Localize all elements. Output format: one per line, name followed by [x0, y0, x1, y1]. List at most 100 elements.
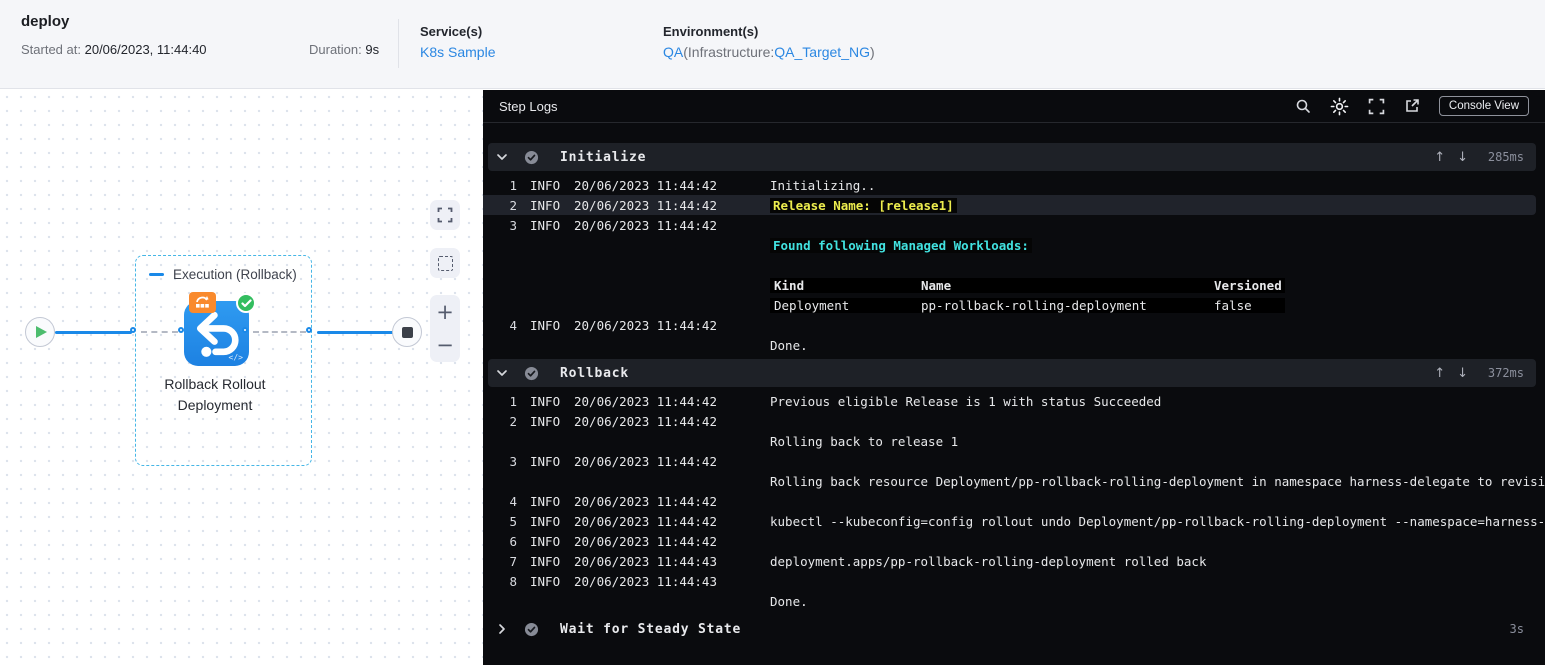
scroll-to-top-button[interactable]: ↑ — [1434, 150, 1445, 165]
log-line[interactable]: Kind Name Versioned — [483, 275, 1545, 295]
connector-port — [130, 326, 136, 333]
log-line[interactable]: 1 INFO 20/06/2023 11:44:42 Initializing.. — [483, 175, 1545, 195]
workload-table-cell: pp-rollback-rolling-deployment — [921, 297, 1147, 313]
status-success-icon — [524, 150, 538, 164]
open-in-new-tab-button[interactable] — [1404, 98, 1420, 114]
group-label: Execution (Rollback) — [173, 267, 297, 282]
service-link[interactable]: K8s Sample — [420, 44, 495, 60]
log-line[interactable]: Done. — [483, 591, 1545, 611]
line-number: 4 — [509, 317, 517, 333]
zoom-out-button[interactable]: − — [430, 330, 460, 360]
expand-logs-button[interactable] — [1368, 98, 1385, 115]
log-topbar: Step Logs Console View — [483, 90, 1545, 123]
log-line[interactable]: 2 INFO 20/06/2023 11:44:42 Release Name: [r… — [483, 195, 1536, 215]
scroll-to-bottom-button[interactable]: ↓ — [1457, 366, 1468, 381]
zoom-in-button[interactable]: + — [430, 297, 460, 327]
log-line[interactable]: 1 INFO 20/06/2023 11:44:42 Previous eligibl… — [483, 391, 1545, 411]
log-line[interactable]: 4 INFO 20/06/2023 11:44:42 — [483, 491, 1545, 511]
infrastructure-link[interactable]: QA_Target_NG — [774, 44, 870, 60]
line-number: 3 — [509, 453, 517, 469]
execution-screen: deploy Started at: 20/06/2023, 11:44:40 … — [0, 0, 1545, 665]
workload-table-cell: Kind — [774, 277, 805, 293]
duration: Duration: 9s — [309, 42, 380, 57]
environments-block: Environment(s) QA(Infrastructure:QA_Targ… — [663, 24, 875, 60]
section-title: Wait for Steady State — [560, 621, 742, 637]
log-line[interactable]: 8 INFO 20/06/2023 11:44:43 — [483, 571, 1545, 591]
marquee-select-button[interactable] — [430, 248, 460, 278]
log-line[interactable]: 6 INFO 20/06/2023 11:44:42 — [483, 531, 1545, 551]
log-line[interactable]: 3 INFO 20/06/2023 11:44:42 — [483, 451, 1545, 471]
edge-line — [317, 330, 394, 334]
pipeline-canvas[interactable]: Execution (Rollback) </> Rollback Rollou… — [0, 90, 483, 665]
collapse-minus-icon[interactable] — [149, 273, 164, 276]
log-message: Rolling back to release 1 — [770, 433, 959, 449]
log-line[interactable]: 3 INFO 20/06/2023 11:44:42 — [483, 215, 1545, 235]
log-message: Done. — [770, 337, 808, 353]
log-line[interactable]: Found following Managed Workloads: — [483, 235, 1545, 255]
log-level: INFO — [530, 553, 561, 569]
section-duration: 285ms — [1487, 150, 1524, 164]
log-line[interactable]: Rolling back resource Deployment/pp-roll… — [483, 471, 1545, 491]
log-section-header[interactable]: Initialize ↑ ↓ 285ms — [488, 143, 1536, 171]
log-level: INFO — [530, 573, 561, 589]
log-line[interactable]: 2 INFO 20/06/2023 11:44:42 — [483, 411, 1545, 431]
log-line[interactable]: 5 INFO 20/06/2023 11:44:42 kubectl --kubeco… — [483, 511, 1545, 531]
workload-table-row: Kind Name Versioned — [770, 277, 1285, 293]
line-number: 2 — [509, 197, 517, 213]
services-block: Service(s) K8s Sample — [420, 24, 495, 60]
workload-table-row: Deployment pp-rollback-rolling-deployment… — [770, 297, 1285, 313]
edge-line — [55, 330, 132, 334]
line-number: 3 — [509, 217, 517, 233]
expand-icon — [1368, 98, 1385, 114]
log-line[interactable]: 4 INFO 20/06/2023 11:44:42 — [483, 315, 1545, 335]
page-title: deploy — [21, 13, 70, 30]
log-timestamp: 20/06/2023 11:44:42 — [574, 533, 717, 549]
log-line[interactable]: 7 INFO 20/06/2023 11:44:43 deployment.apps/… — [483, 551, 1545, 571]
scroll-to-top-button[interactable]: ↑ — [1434, 366, 1445, 381]
end-node[interactable] — [392, 317, 422, 347]
log-level: INFO — [530, 513, 561, 529]
play-icon — [36, 326, 47, 338]
log-section-body: 1 INFO 20/06/2023 11:44:42 Initializing.. 2 I… — [483, 171, 1545, 359]
step-node-rollback-rollout[interactable]: </> — [184, 292, 256, 366]
marquee-icon — [437, 255, 453, 271]
log-message: Release Name: [release1] — [770, 197, 1536, 213]
console-view-button[interactable]: Console View — [1438, 96, 1529, 116]
log-line[interactable]: Done. — [483, 335, 1545, 355]
line-number: 2 — [509, 413, 517, 429]
log-line[interactable]: Rolling back to release 1 — [483, 431, 1545, 451]
log-level: INFO — [530, 413, 561, 429]
log-line[interactable]: Deployment pp-rollback-rolling-deployment… — [483, 295, 1545, 315]
log-level: INFO — [530, 393, 561, 409]
canvas-fullscreen-button[interactable] — [430, 200, 460, 230]
scroll-to-bottom-button[interactable]: ↓ — [1457, 150, 1468, 165]
log-section-header[interactable]: Rollback ↑ ↓ 372ms — [488, 359, 1536, 387]
log-message: Initializing.. — [770, 177, 876, 193]
log-line[interactable] — [483, 255, 1545, 275]
environment-link[interactable]: QA — [663, 44, 683, 60]
workload-table-cell: Versioned — [1214, 277, 1282, 293]
log-section-header[interactable]: Wait for Steady State 3s — [488, 615, 1536, 643]
gear-icon — [1330, 97, 1349, 115]
services-label: Service(s) — [420, 24, 483, 39]
step-logs-panel: Step Logs Console View Initialize ↑ ↓ 28… — [483, 90, 1545, 665]
log-timestamp: 20/06/2023 11:44:42 — [574, 393, 717, 409]
line-number: 1 — [509, 177, 517, 193]
start-node[interactable] — [25, 317, 55, 347]
code-icon: </> — [228, 353, 243, 362]
search-button[interactable] — [1295, 98, 1311, 114]
status-success-icon — [524, 366, 538, 380]
log-message: Found following Managed Workloads: — [770, 237, 1545, 253]
log-level: INFO — [530, 453, 561, 469]
header-divider — [398, 19, 399, 68]
connector-port — [242, 326, 248, 333]
group-collapse-control[interactable]: Execution (Rollback) — [149, 267, 297, 282]
settings-button[interactable] — [1330, 97, 1349, 116]
log-timestamp: 20/06/2023 11:44:43 — [574, 553, 717, 569]
step-label: Rollback Rollout Deployment — [164, 376, 266, 413]
log-message: Previous eligible Release is 1 with stat… — [770, 393, 1162, 409]
stop-icon — [401, 326, 413, 338]
workload-table-cell: false — [1214, 297, 1252, 313]
log-level: INFO — [530, 317, 561, 333]
line-number: 1 — [509, 393, 517, 409]
